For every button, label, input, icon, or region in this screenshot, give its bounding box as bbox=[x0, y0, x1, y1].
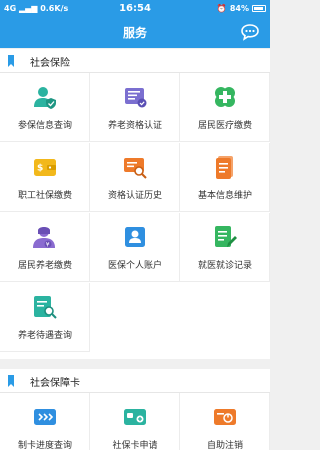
service-item-resident-pension-payment[interactable]: ¥ 居民养老缴费 bbox=[0, 213, 90, 282]
history-search-icon bbox=[124, 158, 147, 179]
service-item-insured-info[interactable]: 参保信息查询 bbox=[0, 73, 90, 142]
service-label: 资格认证历史 bbox=[107, 191, 162, 201]
elder-payment-icon: ¥ bbox=[33, 227, 55, 249]
section-header-social-insurance: 社会保险 bbox=[0, 49, 270, 73]
section-header-social-security-card: 社会保障卡 bbox=[0, 369, 270, 393]
section-title: 社会保险 bbox=[30, 58, 70, 69]
page-title: 服务 bbox=[122, 26, 147, 40]
svg-text:$: $ bbox=[37, 164, 43, 174]
service-label: 居民养老缴费 bbox=[17, 261, 72, 271]
service-item-self-cancel[interactable]: 自助注销 bbox=[180, 393, 270, 450]
service-label: 参保信息查询 bbox=[17, 121, 72, 131]
pension-search-icon bbox=[34, 296, 57, 319]
bookmark-icon bbox=[8, 375, 14, 387]
service-label: 养老资格认证 bbox=[107, 121, 162, 131]
card-progress-icon bbox=[34, 409, 56, 425]
service-label: 职工社保缴费 bbox=[17, 191, 72, 201]
service-item-card-progress[interactable]: 制卡进度查询 bbox=[0, 393, 90, 450]
service-item-basic-info[interactable]: 基本信息维护 bbox=[180, 143, 270, 212]
social-security-card-grid: 制卡进度查询 社保卡申请 自助注销 bbox=[0, 393, 270, 450]
service-label: 就医就诊记录 bbox=[197, 261, 252, 271]
battery-icon bbox=[252, 5, 266, 12]
service-item-pension-benefit[interactable]: 养老待遇查询 bbox=[0, 283, 90, 352]
service-label: 制卡进度查询 bbox=[17, 441, 72, 450]
alarm-icon: ⏰ bbox=[216, 4, 227, 13]
status-bar: 4G ▂▄▆ 0.6K/s 16:54 ⏰ 84% bbox=[0, 0, 270, 18]
service-label: 养老待遇查询 bbox=[17, 331, 72, 341]
service-item-medical-account[interactable]: 医保个人账户 bbox=[90, 213, 180, 282]
document-stamp-icon bbox=[125, 88, 147, 108]
wallet-icon: $ bbox=[34, 159, 56, 176]
card-cancel-icon bbox=[214, 409, 236, 425]
service-label: 社保卡申请 bbox=[112, 441, 158, 450]
service-item-card-application[interactable]: 社保卡申请 bbox=[90, 393, 180, 450]
info-document-icon bbox=[216, 156, 233, 179]
edit-record-icon bbox=[215, 226, 237, 247]
person-shield-icon bbox=[34, 87, 56, 109]
chat-icon[interactable] bbox=[240, 23, 260, 41]
battery-percent: 84% bbox=[229, 4, 249, 13]
service-item-visit-records[interactable]: 就医就诊记录 bbox=[180, 213, 270, 282]
service-label: 基本信息维护 bbox=[197, 191, 252, 201]
service-label: 居民医疗缴费 bbox=[197, 121, 252, 131]
social-insurance-grid: 参保信息查询 养老资格认证 居民医疗缴费 $ 职工社保缴费 资格认证历史 基本信… bbox=[0, 73, 270, 359]
service-item-resident-medical-payment[interactable]: 居民医疗缴费 bbox=[180, 73, 270, 142]
svg-text:¥: ¥ bbox=[46, 242, 50, 249]
medical-cross-icon bbox=[215, 87, 235, 107]
service-item-pension-qualification[interactable]: 养老资格认证 bbox=[90, 73, 180, 142]
service-item-qualification-history[interactable]: 资格认证历史 bbox=[90, 143, 180, 212]
battery-status: ⏰ 84% bbox=[217, 4, 266, 13]
section-title: 社会保障卡 bbox=[30, 378, 80, 389]
bookmark-icon bbox=[8, 55, 14, 67]
service-label: 自助注销 bbox=[206, 441, 243, 450]
service-item-employee-payment[interactable]: $ 职工社保缴费 bbox=[0, 143, 90, 212]
id-card-icon bbox=[125, 227, 145, 247]
card-apply-icon bbox=[124, 409, 146, 425]
service-label: 医保个人账户 bbox=[107, 261, 162, 271]
app-header: 服务 bbox=[0, 18, 270, 48]
